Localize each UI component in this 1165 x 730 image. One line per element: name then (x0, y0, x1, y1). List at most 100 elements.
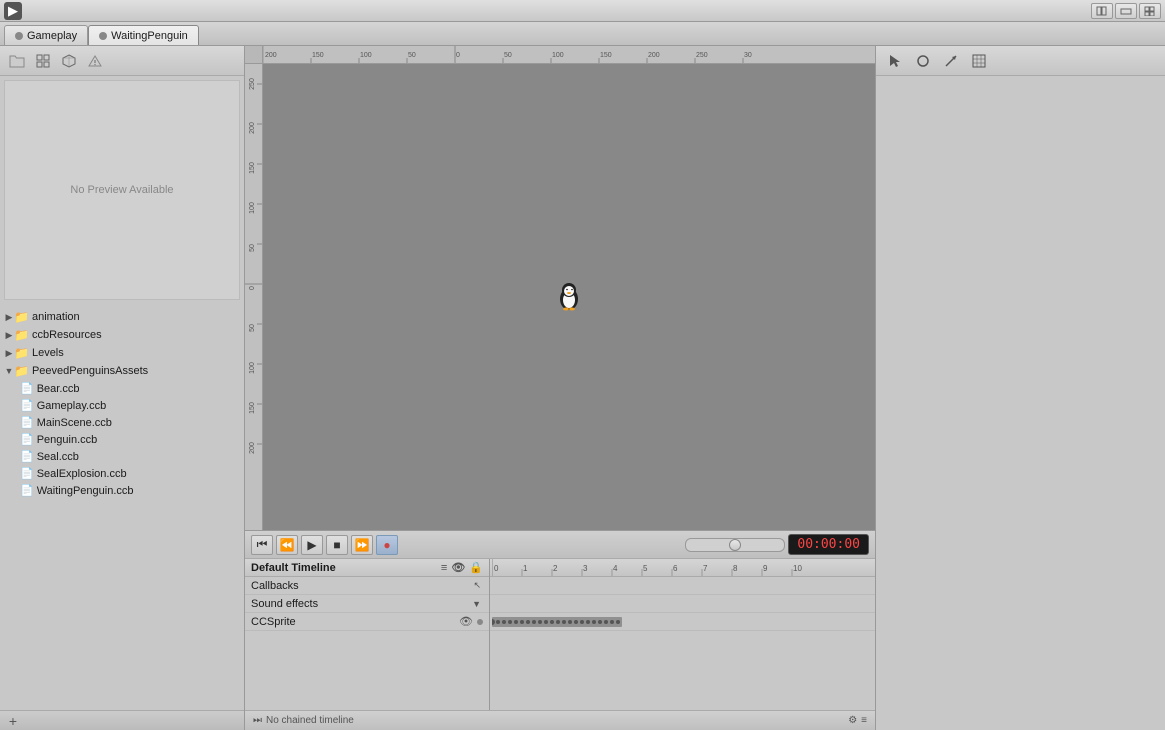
tl-zoom-thumb[interactable] (729, 539, 741, 551)
folder-icon-levels: 📁 (14, 346, 29, 360)
svg-text:0: 0 (249, 286, 256, 290)
tab-waitingpenguin[interactable]: WaitingPenguin (88, 25, 199, 45)
frame-row-ccsprite (490, 613, 875, 631)
svg-text:200: 200 (648, 52, 660, 59)
track-callbacks-label: Callbacks (251, 580, 299, 592)
chained-bar: ⏭ No chained timeline ⚙ ≡ (245, 710, 875, 730)
track-callbacks-cursor: ↖ (473, 580, 481, 591)
file-label-gameplay: Gameplay.ccb (37, 400, 107, 412)
tl-btn-first[interactable]: ⏮ (251, 535, 273, 555)
file-icon-waitingpenguin: 📄 (20, 484, 34, 497)
timeline-area: ⏮ ⏪ ▶ ■ ⏩ ● 00:00:00 Default Timeline (245, 530, 875, 730)
folder-icon-peevedpenguins: 📁 (14, 364, 29, 378)
tl-header-icon-eye[interactable]: 👁 (451, 561, 465, 574)
tl-zoom-slider[interactable] (685, 538, 785, 552)
timeline-tracks: Default Timeline ≡ 👁 🔒 Callbacks ↖ (245, 559, 875, 710)
tree-file-bear[interactable]: 📄 Bear.ccb (0, 380, 244, 397)
tree-file-waitingpenguin[interactable]: 📄 WaitingPenguin.ccb (0, 482, 244, 499)
file-label-sealexplosion: SealExplosion.ccb (37, 468, 127, 480)
track-ccsprite-eye[interactable]: 👁 (459, 615, 473, 628)
tl-btn-play[interactable]: ▶ (301, 535, 323, 555)
canvas-main-row: 250 200 150 100 50 0 (245, 64, 875, 530)
svg-text:50: 50 (249, 324, 256, 332)
tree-file-mainscene[interactable]: 📄 MainScene.ccb (0, 414, 244, 431)
svg-text:150: 150 (249, 162, 256, 174)
tree-folder-levels[interactable]: ▶ 📁 Levels (0, 344, 244, 362)
window-btn-1[interactable] (1091, 3, 1113, 19)
svg-text:150: 150 (249, 402, 256, 414)
tl-btn-stop[interactable]: ■ (326, 535, 348, 555)
tl-timecode: 00:00:00 (788, 534, 869, 555)
chained-label: No chained timeline (266, 715, 354, 726)
file-label-bear: Bear.ccb (37, 383, 80, 395)
tree-folder-animation[interactable]: ▶ 📁 animation (0, 308, 244, 326)
svg-text:3: 3 (583, 564, 588, 573)
svg-text:150: 150 (312, 52, 324, 59)
tree-folder-ccbresources[interactable]: ▶ 📁 ccbResources (0, 326, 244, 344)
file-icon-bear: 📄 (20, 382, 34, 395)
toolbar-warning-icon[interactable] (84, 50, 106, 72)
tab-label-waitingpenguin: WaitingPenguin (111, 30, 188, 42)
title-bar: ▶ (0, 0, 1165, 22)
tab-dot-waitingpenguin (99, 32, 107, 40)
window-btn-2[interactable] (1115, 3, 1137, 19)
window-btn-3[interactable] (1139, 3, 1161, 19)
tab-gameplay[interactable]: Gameplay (4, 25, 88, 45)
track-ccsprite: CCSprite 👁 (245, 613, 489, 631)
svg-text:30: 30 (744, 52, 752, 59)
tl-btn-record[interactable]: ● (376, 535, 398, 555)
right-toolbar-circle-icon[interactable] (912, 50, 934, 72)
left-toolbar (0, 46, 244, 76)
ruler-corner (245, 46, 263, 64)
toolbar-folder-icon[interactable] (6, 50, 28, 72)
tree-file-seal[interactable]: 📄 Seal.ccb (0, 448, 244, 465)
tree-folder-peevedpenguins[interactable]: ▼ 📁 PeevedPenguinsAssets (0, 362, 244, 380)
svg-text:0: 0 (494, 564, 499, 573)
tl-header-icon-lock[interactable]: 🔒 (469, 561, 483, 574)
folder-arrow-peevedpenguins: ▼ (4, 366, 14, 376)
canvas (263, 64, 875, 530)
tree-file-sealexplosion[interactable]: 📄 SealExplosion.ccb (0, 465, 244, 482)
svg-text:5: 5 (643, 564, 648, 573)
svg-text:200: 200 (249, 122, 256, 134)
chained-expand-icon[interactable]: ≡ (861, 715, 867, 726)
tl-header-icon-list[interactable]: ≡ (441, 562, 447, 574)
file-icon-seal: 📄 (20, 450, 34, 463)
timeline-default-header: Default Timeline ≡ 👁 🔒 (245, 559, 489, 577)
frames-tracks (490, 577, 875, 710)
window-controls (1091, 3, 1161, 19)
center-area: 200 150 100 50 0 50 100 (245, 46, 875, 730)
right-toolbar-arrow-icon[interactable] (940, 50, 962, 72)
svg-text:50: 50 (249, 244, 256, 252)
file-tree: ▶ 📁 animation ▶ 📁 ccbResources ▶ 📁 Level… (0, 304, 244, 710)
svg-text:100: 100 (360, 52, 372, 59)
tl-btn-prev[interactable]: ⏪ (276, 535, 298, 555)
tree-file-gameplay[interactable]: 📄 Gameplay.ccb (0, 397, 244, 414)
svg-text:100: 100 (249, 362, 256, 374)
svg-text:6: 6 (673, 564, 678, 573)
right-toolbar-grid-icon[interactable] (968, 50, 990, 72)
right-toolbar-cursor-icon[interactable] (884, 50, 906, 72)
toolbar-grid-icon[interactable] (32, 50, 54, 72)
svg-text:8: 8 (733, 564, 738, 573)
chained-settings-icon[interactable]: ⚙ (848, 715, 857, 726)
svg-text:150: 150 (600, 52, 612, 59)
folder-arrow-ccbresources: ▶ (4, 330, 14, 341)
frame-row-callbacks (490, 577, 875, 595)
tl-btn-next[interactable]: ⏩ (351, 535, 373, 555)
left-panel: No Preview Available ▶ 📁 animation ▶ 📁 c… (0, 46, 245, 730)
timeline-labels: Default Timeline ≡ 👁 🔒 Callbacks ↖ (245, 559, 490, 710)
preview-area: No Preview Available (4, 80, 240, 300)
penguin-sprite (557, 283, 581, 311)
frame-row-soundeffects (490, 595, 875, 613)
timeline-default-label: Default Timeline (251, 562, 336, 574)
svg-text:250: 250 (696, 52, 708, 59)
file-label-waitingpenguin: WaitingPenguin.ccb (37, 485, 134, 497)
file-label-penguin: Penguin.ccb (37, 434, 98, 446)
toolbar-cube-icon[interactable] (58, 50, 80, 72)
timeline-header-icons: ≡ 👁 🔒 (441, 561, 483, 574)
tree-file-penguin[interactable]: 📄 Penguin.ccb (0, 431, 244, 448)
svg-text:4: 4 (613, 564, 618, 573)
add-button[interactable]: + (4, 712, 22, 730)
frames-ruler: 0 1 2 3 4 5 6 (490, 559, 875, 577)
